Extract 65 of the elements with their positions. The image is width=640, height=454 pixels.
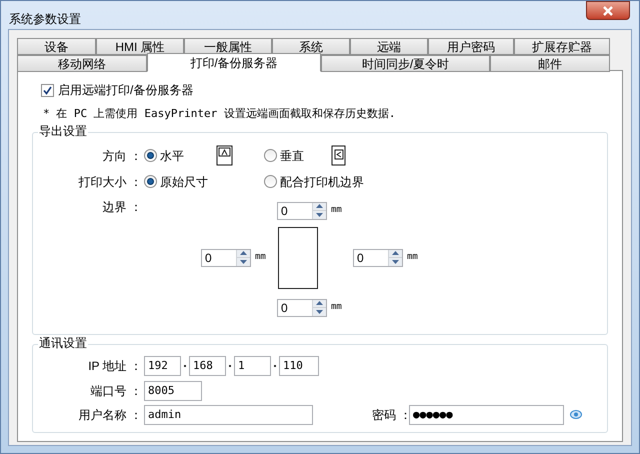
spin-box[interactable]: 0 (201, 248, 251, 266)
tab[interactable]: 打印/备份服务器 (147, 53, 321, 72)
field-label: 方向 ： (102, 148, 143, 164)
tab[interactable]: 移动网络 (17, 55, 147, 72)
radio-button[interactable] (144, 175, 157, 188)
radio-button[interactable] (144, 149, 157, 162)
radio-label: 水平 (160, 148, 184, 164)
input-field[interactable]: 168 (189, 356, 226, 376)
unit-label: mm (255, 250, 266, 264)
checkbox-label: 启用远端打印/备份服务器 (58, 82, 194, 99)
spin-box[interactable]: 0 (353, 248, 403, 266)
tab[interactable]: 用户密码 (428, 38, 514, 55)
spin-down-button[interactable] (313, 211, 326, 218)
field-label: IP 地址 ： (87, 358, 143, 374)
close-icon (602, 6, 614, 16)
eye-icon[interactable] (570, 410, 582, 419)
up-arrow-icon (316, 301, 323, 306)
close-button[interactable] (586, 1, 630, 20)
input-field[interactable]: 1 (234, 356, 271, 376)
portrait-page-icon (331, 145, 348, 166)
up-arrow-icon (316, 204, 323, 208)
field-label: 端口号 ： (90, 382, 143, 400)
unit-label: mm (331, 204, 342, 217)
landscape-page-icon (216, 145, 233, 166)
radio-label: 配合打印机边界 (280, 174, 364, 190)
unit-label: mm (407, 250, 418, 264)
window-title: 系统参数设置 (9, 11, 81, 28)
group-title: 导出设置 (38, 124, 88, 136)
tab[interactable]: 时间同步/夏令时 (321, 55, 490, 72)
spin-down-button[interactable] (313, 308, 326, 316)
group-title: 通讯设置 (38, 336, 88, 348)
page-preview (278, 226, 318, 288)
down-arrow-icon (240, 260, 247, 264)
spin-down-button[interactable] (389, 258, 402, 266)
radio-label: 原始尺寸 (160, 174, 208, 190)
check-icon (43, 86, 52, 94)
input-field[interactable]: 8005 (144, 380, 202, 400)
tab[interactable]: 邮件 (490, 55, 610, 72)
field-label: 边界 ： (102, 198, 143, 216)
up-arrow-icon (392, 251, 399, 256)
tab[interactable]: 扩展存贮器 (514, 38, 610, 55)
input-field[interactable]: ●●●●●● (409, 404, 564, 424)
radio-button[interactable] (264, 149, 277, 162)
input-field[interactable]: 110 (279, 356, 319, 376)
spin-down-button[interactable] (237, 258, 250, 266)
down-arrow-icon (316, 212, 323, 217)
field-label: 用户名称 ： (78, 406, 143, 424)
tab[interactable]: 系统 (272, 38, 350, 55)
spin-box[interactable]: 0 (277, 298, 327, 316)
tab[interactable]: 设备 (17, 38, 96, 55)
down-arrow-icon (392, 260, 399, 264)
input-field[interactable]: admin (144, 404, 313, 424)
input-field[interactable]: 192 (144, 356, 181, 376)
checkbox[interactable] (41, 84, 54, 96)
down-arrow-icon (316, 310, 323, 314)
spin-box[interactable]: 0 (277, 202, 327, 220)
note-text: * 在 PC 上需使用 EasyPrinter 设置远端画面截取和保存历史数据. (43, 106, 396, 122)
up-arrow-icon (240, 251, 247, 256)
radio-label: 垂直 (280, 148, 304, 164)
field-label: 密码 ： (372, 406, 409, 424)
tab[interactable]: 远端 (350, 38, 428, 55)
tab[interactable]: HMI 属性 (96, 38, 184, 55)
unit-label: mm (331, 300, 342, 314)
radio-button[interactable] (264, 175, 277, 188)
field-label: 打印大小 ： (78, 174, 143, 190)
